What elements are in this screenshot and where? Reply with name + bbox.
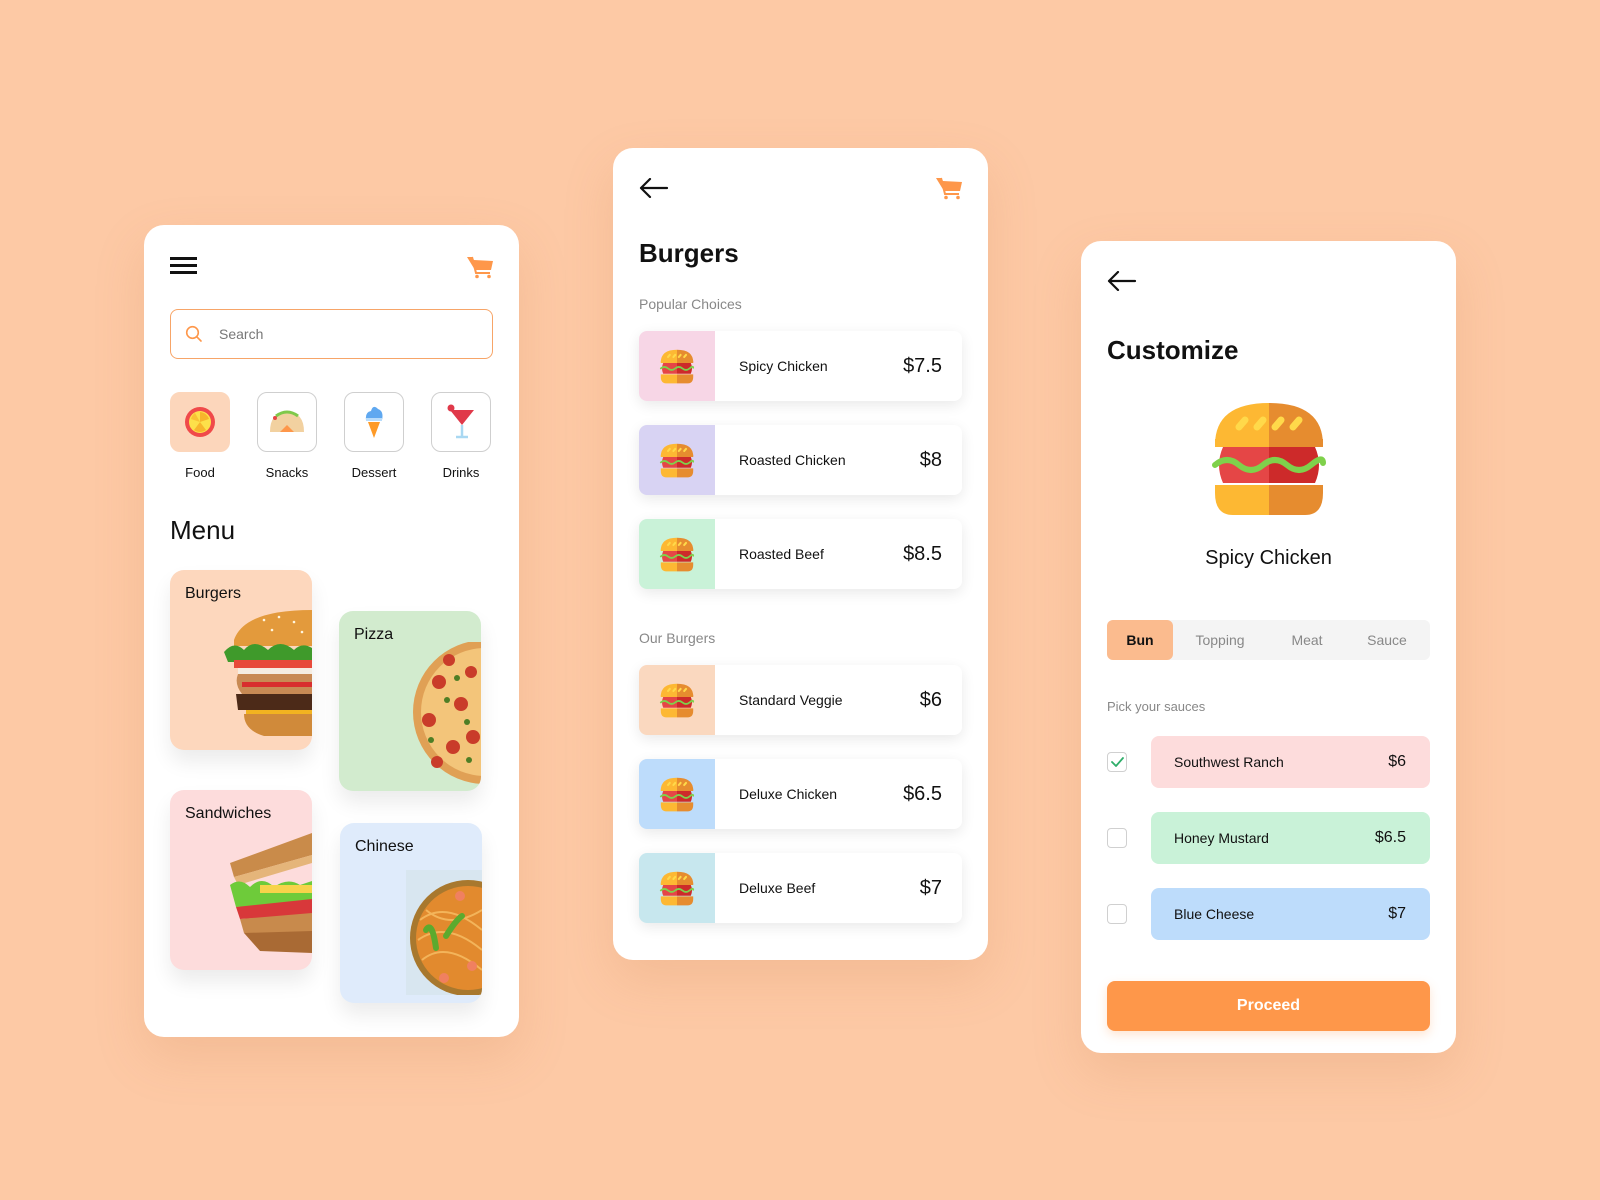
sauce-bar[interactable]: Honey Mustard $6.5 — [1151, 812, 1430, 864]
item-name: Deluxe Chicken — [739, 786, 838, 802]
item-name: Deluxe Beef — [739, 880, 816, 896]
sauce-name: Southwest Ranch — [1174, 754, 1284, 770]
burger-icon — [658, 442, 696, 478]
burger-thumb — [639, 665, 715, 735]
pizza-photo — [413, 642, 481, 784]
category-dessert[interactable]: Dessert — [344, 392, 404, 480]
food-icon — [185, 407, 215, 437]
section-label-popular: Popular Choices — [639, 296, 742, 312]
burgers-screen: Burgers Popular Choices Spicy Chicken $7… — [613, 148, 988, 960]
menu-card-burgers[interactable]: Burgers — [170, 570, 312, 750]
burger-item[interactable]: Spicy Chicken $7.5 — [639, 331, 962, 401]
burger-icon — [658, 776, 696, 812]
burger-icon — [658, 348, 696, 384]
menu-card-label: Chinese — [355, 838, 414, 855]
item-price: $7.5 — [903, 354, 942, 377]
item-price: $7 — [919, 876, 942, 899]
category-food[interactable]: Food — [170, 392, 230, 480]
cart-icon[interactable] — [466, 255, 494, 279]
category-snacks[interactable]: Snacks — [257, 392, 317, 480]
item-price: $6.5 — [903, 782, 942, 805]
burger-photo — [224, 610, 312, 736]
menu-card-label: Pizza — [354, 626, 394, 643]
item-price: $8.5 — [903, 542, 942, 565]
burger-item[interactable]: Roasted Chicken $8 — [639, 425, 962, 495]
category-list: Food Snacks Dessert Drinks — [170, 392, 491, 480]
home-screen: Food Snacks Dessert Drinks Menu Burgers — [144, 225, 519, 1037]
sauce-name: Honey Mustard — [1174, 830, 1269, 846]
page-title: Burgers — [639, 238, 739, 268]
search-icon — [185, 325, 202, 342]
item-name: Roasted Chicken — [739, 452, 846, 468]
item-price: $8 — [919, 448, 942, 471]
menu-heading: Menu — [170, 515, 236, 545]
sauce-option: Southwest Ranch $6 — [1107, 736, 1430, 788]
back-arrow-icon[interactable] — [1107, 271, 1137, 291]
search-bar[interactable] — [170, 309, 493, 359]
category-label: Drinks — [442, 465, 480, 480]
tab-topping[interactable]: Topping — [1173, 620, 1267, 660]
burger-item[interactable]: Deluxe Chicken $6.5 — [639, 759, 962, 829]
cocktail-icon — [447, 404, 474, 439]
page-title: Customize — [1107, 335, 1239, 365]
category-label: Snacks — [265, 465, 309, 480]
back-arrow-icon[interactable] — [639, 178, 669, 198]
category-label: Food — [185, 465, 215, 480]
sauce-checkbox[interactable] — [1107, 828, 1127, 848]
checkmark-icon — [1110, 757, 1124, 767]
item-name: Roasted Beef — [739, 546, 824, 562]
burger-illustration-icon — [1206, 397, 1332, 517]
menu-card-sandwiches[interactable]: Sandwiches — [170, 790, 312, 970]
customize-tabs: Bun Topping Meat Sauce — [1107, 620, 1430, 660]
menu-card-chinese[interactable]: Chinese — [340, 823, 482, 1003]
taco-icon — [270, 410, 304, 432]
burger-item[interactable]: Deluxe Beef $7 — [639, 853, 962, 923]
menu-card-pizza[interactable]: Pizza — [339, 611, 481, 791]
ice-cream-icon — [365, 406, 383, 438]
category-drinks[interactable]: Drinks — [431, 392, 491, 480]
sauce-checkbox[interactable] — [1107, 904, 1127, 924]
sandwich-photo — [230, 833, 312, 953]
burger-icon — [658, 682, 696, 718]
sauce-price: $6.5 — [1374, 829, 1406, 846]
sauce-checkbox-checked[interactable] — [1107, 752, 1127, 772]
sauce-bar[interactable]: Southwest Ranch $6 — [1151, 736, 1430, 788]
cart-icon[interactable] — [935, 176, 963, 200]
burger-thumb — [639, 519, 715, 589]
burger-thumb — [639, 425, 715, 495]
sauce-price: $7 — [1388, 905, 1406, 922]
sauce-bar[interactable]: Blue Cheese $7 — [1151, 888, 1430, 940]
customize-screen: Customize Spicy Chicken Bun Topping Meat… — [1081, 241, 1456, 1053]
noodles-photo — [406, 870, 482, 995]
burger-icon — [658, 536, 696, 572]
item-price: $6 — [919, 688, 942, 711]
sauce-name: Blue Cheese — [1174, 906, 1255, 922]
tab-sauce[interactable]: Sauce — [1347, 620, 1427, 660]
burger-item[interactable]: Roasted Beef $8.5 — [639, 519, 962, 589]
sauce-price: $6 — [1388, 753, 1406, 770]
burger-thumb — [639, 853, 715, 923]
burger-item[interactable]: Standard Veggie $6 — [639, 665, 962, 735]
burger-thumb — [639, 759, 715, 829]
category-label: Dessert — [351, 465, 397, 480]
sauce-option: Honey Mustard $6.5 — [1107, 812, 1430, 864]
item-name: Standard Veggie — [739, 692, 843, 708]
item-name: Spicy Chicken — [739, 358, 828, 374]
burger-icon — [658, 870, 696, 906]
section-label-our-burgers: Our Burgers — [639, 630, 716, 646]
menu-card-label: Sandwiches — [185, 805, 272, 822]
burger-thumb — [639, 331, 715, 401]
product-name: Spicy Chicken — [1205, 547, 1332, 569]
proceed-button[interactable]: Proceed — [1107, 981, 1430, 1031]
tab-bun[interactable]: Bun — [1107, 620, 1173, 660]
sauces-label: Pick your sauces — [1107, 699, 1206, 714]
tab-meat[interactable]: Meat — [1267, 620, 1347, 660]
hamburger-menu-icon[interactable] — [170, 257, 198, 277]
menu-card-label: Burgers — [185, 585, 242, 602]
sauce-option: Blue Cheese $7 — [1107, 888, 1430, 940]
search-input[interactable] — [219, 326, 469, 342]
